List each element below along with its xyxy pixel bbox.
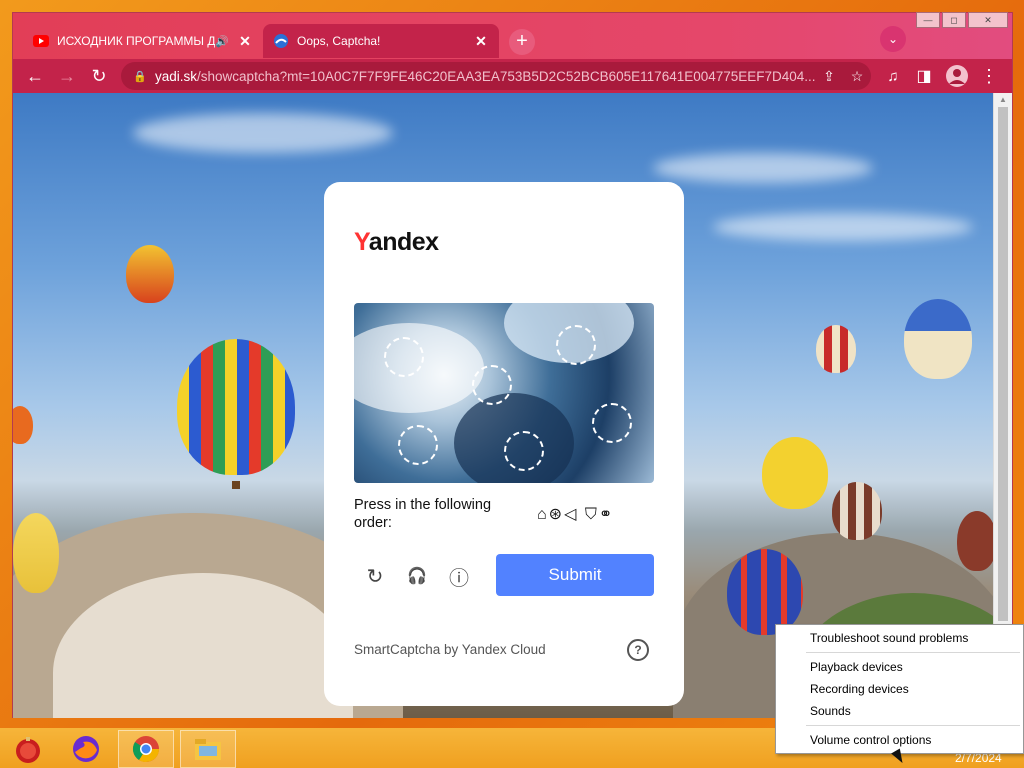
captcha-glyph[interactable]	[384, 337, 424, 377]
hot-air-balloon	[957, 511, 995, 571]
yandex-icon	[273, 33, 289, 49]
tab-search-icon[interactable]: ⌄	[880, 26, 906, 52]
reload-button[interactable]: ↻	[85, 62, 113, 90]
tab-close-icon[interactable]: ✕	[473, 33, 489, 49]
cloud	[133, 113, 393, 153]
hot-air-balloon	[727, 549, 803, 635]
menu-item-troubleshoot[interactable]: Troubleshoot sound problems	[810, 629, 968, 647]
hot-air-balloon	[832, 482, 882, 540]
forward-button[interactable]: →	[53, 62, 81, 90]
bookmark-star-icon[interactable]: ☆	[843, 68, 871, 85]
hot-air-balloon	[13, 513, 59, 593]
captcha-glyph[interactable]	[592, 403, 632, 443]
refresh-captcha-icon[interactable]: ↻	[362, 563, 388, 589]
address-bar[interactable]: 🔒 yadi.sk/showcaptcha?mt=10A0C7F7F9FE46C…	[121, 62, 871, 90]
tab-strip: ИСХОДНИК ПРОГРАММЫ Д 🔊 ✕ Oops, Captcha! …	[13, 12, 1012, 59]
share-icon[interactable]: ⇪	[815, 68, 843, 85]
tab-title: ИСХОДНИК ПРОГРАММЫ Д	[57, 34, 216, 48]
menu-divider	[806, 725, 1020, 726]
captcha-glyph[interactable]	[504, 431, 544, 471]
side-panel-icon[interactable]: ◨	[910, 62, 938, 90]
cloud	[653, 153, 873, 183]
menu-divider	[806, 652, 1020, 653]
menu-item-sounds[interactable]: Sounds	[810, 702, 851, 720]
tab-close-icon[interactable]: ✕	[237, 33, 253, 49]
captcha-glyph[interactable]	[556, 325, 596, 365]
audio-captcha-icon[interactable]: 🎧	[404, 563, 430, 589]
minimize-button[interactable]: —	[916, 12, 940, 28]
browser-menu-icon[interactable]: ⋮	[975, 62, 1003, 90]
browser-toolbar: ← → ↻ 🔒 yadi.sk/showcaptcha?mt=10A0C7F7F…	[13, 59, 1012, 93]
firefox-icon[interactable]	[58, 730, 114, 768]
url-host: yadi.sk	[155, 68, 198, 84]
submit-button[interactable]: Submit	[496, 554, 654, 596]
media-control-icon[interactable]: ♫	[879, 62, 907, 90]
profile-avatar[interactable]	[943, 62, 971, 90]
chrome-icon[interactable]	[118, 730, 174, 768]
yandex-logo: Yandex	[354, 228, 439, 256]
captcha-image[interactable]	[354, 303, 654, 483]
captcha-branding: SmartCaptcha by Yandex Cloud	[354, 642, 546, 657]
hot-air-balloon	[126, 245, 174, 303]
cloud	[713, 213, 973, 241]
menu-item-recording-devices[interactable]: Recording devices	[810, 680, 909, 698]
file-explorer-icon[interactable]	[180, 730, 236, 768]
balloon-basket	[232, 481, 240, 489]
hot-air-balloon	[13, 406, 33, 444]
maximize-button[interactable]: ◻	[942, 12, 966, 28]
tab-captcha[interactable]: Oops, Captcha! ✕	[263, 24, 499, 58]
youtube-icon	[33, 33, 49, 49]
info-icon[interactable]: ⓘ	[446, 563, 472, 590]
url-path: /showcaptcha?mt=10A0C7F7F9FE46C20EAA3EA7…	[197, 68, 815, 84]
url-text: yadi.sk/showcaptcha?mt=10A0C7F7F9FE46C20…	[155, 69, 815, 84]
tab-youtube[interactable]: ИСХОДНИК ПРОГРАММЫ Д 🔊 ✕	[23, 24, 263, 58]
captcha-instruction: Press in the following order:	[354, 497, 492, 531]
captcha-card: Yandex Press in the following order: ⌂⊛◁…	[324, 182, 684, 706]
sound-context-menu: Troubleshoot sound problems Playback dev…	[775, 624, 1024, 754]
help-icon[interactable]: ?	[627, 639, 649, 661]
close-window-button[interactable]: ✕	[968, 12, 1008, 28]
hot-air-balloon	[177, 339, 295, 475]
menu-item-playback-devices[interactable]: Playback devices	[810, 658, 903, 676]
scroll-up-arrow-icon[interactable]: ▲	[999, 95, 1007, 104]
tab-title: Oops, Captcha!	[297, 34, 381, 48]
back-button[interactable]: ←	[21, 62, 49, 90]
speaker-icon[interactable]: 🔊	[215, 35, 229, 48]
hot-air-balloon	[816, 325, 856, 373]
hot-air-balloon	[762, 437, 828, 509]
lock-icon[interactable]: 🔒	[133, 70, 147, 83]
captcha-glyph[interactable]	[472, 365, 512, 405]
captcha-glyph[interactable]	[398, 425, 438, 465]
menu-item-volume-control-options[interactable]: Volume control options	[810, 731, 931, 749]
scrollbar-thumb[interactable]	[998, 107, 1008, 621]
hot-air-balloon	[904, 299, 972, 379]
start-button[interactable]	[0, 730, 56, 768]
captcha-order-icons: ⌂⊛◁ ⛉⚭	[537, 506, 615, 523]
new-tab-button[interactable]: +	[509, 29, 535, 55]
